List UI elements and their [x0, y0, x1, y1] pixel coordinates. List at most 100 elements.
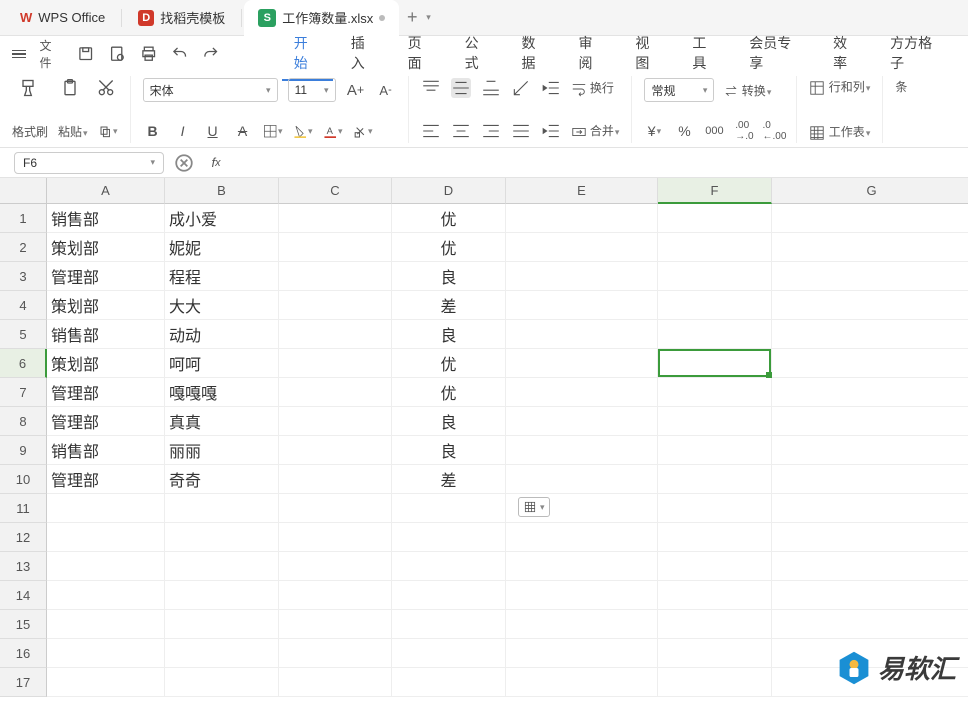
cell[interactable]: 真真	[165, 407, 279, 436]
col-header-E[interactable]: E	[506, 178, 658, 204]
col-header-G[interactable]: G	[772, 178, 968, 204]
cell[interactable]	[279, 552, 392, 581]
menu-tab-8[interactable]: 会员专享	[737, 27, 815, 81]
cell[interactable]	[279, 581, 392, 610]
cell[interactable]	[392, 523, 506, 552]
row-header-17[interactable]: 17	[0, 668, 47, 697]
menu-tab-6[interactable]: 视图	[623, 27, 674, 81]
select-all-corner[interactable]	[0, 178, 47, 204]
cell[interactable]	[658, 552, 772, 581]
paste-button[interactable]	[54, 78, 86, 98]
cell[interactable]	[165, 494, 279, 523]
menu-tab-10[interactable]: 方方格子	[878, 27, 956, 81]
more-label[interactable]: 条	[895, 78, 907, 95]
cell[interactable]	[506, 407, 658, 436]
font-select[interactable]: 宋体▾	[143, 78, 278, 102]
align-middle-icon[interactable]	[451, 78, 471, 98]
cell[interactable]	[772, 552, 968, 581]
align-top-icon[interactable]	[421, 78, 441, 98]
cell[interactable]: 大大	[165, 291, 279, 320]
cell[interactable]	[506, 320, 658, 349]
italic-icon[interactable]: I	[173, 121, 193, 141]
row-header-3[interactable]: 3	[0, 262, 47, 291]
bold-icon[interactable]: B	[143, 121, 163, 141]
cancel-icon[interactable]	[174, 153, 194, 173]
strike-icon[interactable]: A	[233, 121, 253, 141]
sheet-button[interactable]: 工作表▾	[809, 123, 870, 141]
formula-input[interactable]	[238, 152, 954, 174]
cell[interactable]	[658, 610, 772, 639]
wrap-text-button[interactable]: 换行	[571, 79, 614, 97]
cell[interactable]	[506, 465, 658, 494]
comma-icon[interactable]: 000	[704, 121, 724, 141]
cell[interactable]	[772, 262, 968, 291]
cell[interactable]	[165, 668, 279, 697]
format-painter-button[interactable]	[12, 78, 44, 98]
cell[interactable]	[279, 349, 392, 378]
cell[interactable]	[658, 407, 772, 436]
cell[interactable]	[279, 523, 392, 552]
cell[interactable]	[392, 610, 506, 639]
cell[interactable]	[392, 668, 506, 697]
row-header-8[interactable]: 8	[0, 407, 47, 436]
row-header-15[interactable]: 15	[0, 610, 47, 639]
new-tab-button[interactable]: +	[399, 7, 425, 28]
cell[interactable]	[392, 639, 506, 668]
cell[interactable]	[506, 581, 658, 610]
cell[interactable]: 妮妮	[165, 233, 279, 262]
cell[interactable]	[506, 436, 658, 465]
fill-color-icon[interactable]: ▾	[293, 121, 313, 141]
cell[interactable]	[279, 378, 392, 407]
cell[interactable]	[658, 262, 772, 291]
cell[interactable]: 策划部	[47, 291, 165, 320]
cell[interactable]	[47, 668, 165, 697]
row-header-1[interactable]: 1	[0, 204, 47, 233]
cell[interactable]	[506, 378, 658, 407]
orientation-icon[interactable]	[511, 78, 531, 98]
cell[interactable]	[279, 465, 392, 494]
cell[interactable]: 差	[392, 465, 506, 494]
col-header-D[interactable]: D	[392, 178, 506, 204]
menu-tab-5[interactable]: 审阅	[566, 27, 617, 81]
menu-tab-3[interactable]: 公式	[453, 27, 504, 81]
cell[interactable]	[506, 291, 658, 320]
cell[interactable]: 优	[392, 233, 506, 262]
print-preview-icon[interactable]	[108, 45, 125, 63]
cell[interactable]: 良	[392, 262, 506, 291]
number-format-select[interactable]: 常规▾	[644, 78, 714, 102]
menu-tab-4[interactable]: 数据	[510, 27, 561, 81]
cell[interactable]	[658, 436, 772, 465]
cell[interactable]	[772, 436, 968, 465]
copy-icon[interactable]: ▾	[98, 121, 118, 141]
cell[interactable]: 成小爱	[165, 204, 279, 233]
row-header-11[interactable]: 11	[0, 494, 47, 523]
cell[interactable]: 优	[392, 204, 506, 233]
cell[interactable]: 良	[392, 407, 506, 436]
cell[interactable]	[658, 639, 772, 668]
cell[interactable]	[658, 204, 772, 233]
align-left-icon[interactable]	[421, 121, 441, 141]
cell[interactable]	[165, 552, 279, 581]
row-header-5[interactable]: 5	[0, 320, 47, 349]
convert-button[interactable]: 转换▾	[724, 82, 771, 99]
cell[interactable]: 嘎嘎嘎	[165, 378, 279, 407]
underline-icon[interactable]: U	[203, 121, 223, 141]
cell[interactable]	[165, 523, 279, 552]
cell[interactable]: 销售部	[47, 320, 165, 349]
cell[interactable]	[279, 407, 392, 436]
cell[interactable]	[47, 639, 165, 668]
row-header-13[interactable]: 13	[0, 552, 47, 581]
cell[interactable]	[165, 610, 279, 639]
font-size-select[interactable]: 11▾	[288, 78, 336, 102]
cell[interactable]	[772, 494, 968, 523]
cell[interactable]	[772, 610, 968, 639]
fx-icon[interactable]: fx	[206, 153, 226, 173]
cell[interactable]	[47, 494, 165, 523]
cell[interactable]	[506, 523, 658, 552]
clear-format-icon[interactable]: ▾	[353, 121, 373, 141]
border-icon[interactable]: ▾	[263, 121, 283, 141]
cell[interactable]	[658, 494, 772, 523]
row-header-12[interactable]: 12	[0, 523, 47, 552]
row-header-4[interactable]: 4	[0, 291, 47, 320]
cell[interactable]	[279, 436, 392, 465]
